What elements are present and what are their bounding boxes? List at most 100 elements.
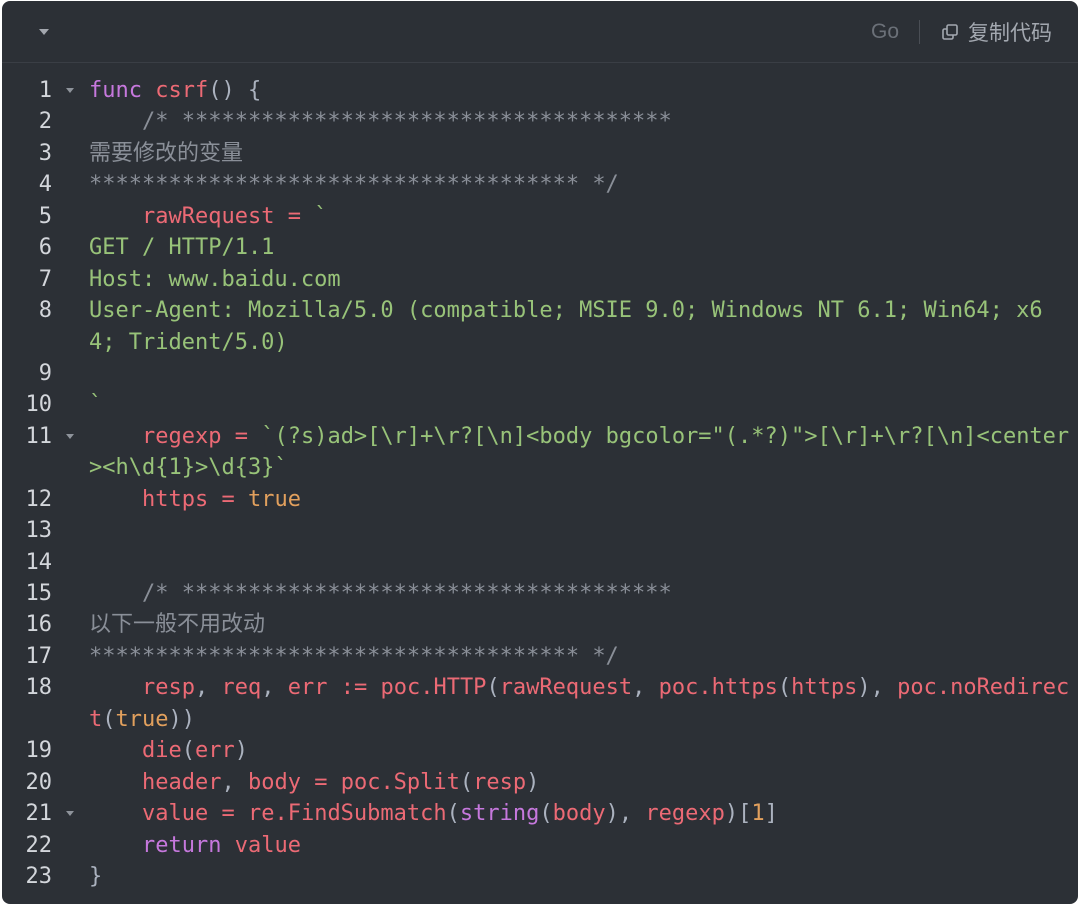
code-token-punctuation: )[ <box>724 801 752 827</box>
fold-gutter <box>52 421 87 452</box>
code-token-identifier: regexp <box>645 801 725 827</box>
fold-caret-icon[interactable] <box>65 88 74 94</box>
line-number: 4 <box>38 172 52 198</box>
code-token-identifier: body <box>552 801 606 827</box>
code-token-punctuation: ) <box>526 769 540 795</box>
fold-gutter <box>52 578 87 609</box>
fold-gutter <box>52 830 87 861</box>
fold-gutter <box>52 264 87 295</box>
code-line: 6 GET / HTTP/1.1 <box>2 232 1078 263</box>
code-token-identifier: err <box>194 738 235 764</box>
fold-gutter <box>52 641 87 672</box>
line-code: value = re.FindSubmatch(string(body), re… <box>87 798 778 829</box>
line-code: return value <box>87 830 301 861</box>
code-token-comment: /* ************************************* <box>89 581 672 606</box>
code-line: 15 /* **********************************… <box>2 578 1078 609</box>
line-number: 17 <box>25 643 53 669</box>
code-token-identifier: csrf <box>155 78 209 103</box>
code-line: 11 regexp = `(?s)ad>[\r]+\r?[\n]<body bg… <box>2 421 1078 452</box>
code-token-punctuation: ( <box>446 801 460 827</box>
line-code: 以下一般不用改动 <box>87 609 265 640</box>
copy-code-button[interactable]: 复制代码 <box>941 17 1052 47</box>
code-token-keyword: func <box>89 78 142 103</box>
fold-gutter <box>52 358 87 389</box>
line-code: /* ************************************* <box>87 578 672 609</box>
code-token-punctuation: )) <box>168 706 195 732</box>
toolbar-divider <box>919 19 920 44</box>
code-token-punctuation: ( <box>459 769 474 795</box>
fold-gutter <box>52 484 87 515</box>
line-code: regexp = `(?s)ad>[\r]+\r?[\n]<body bgcol… <box>87 421 1069 452</box>
code-token-punctuation: ), <box>605 801 646 827</box>
code-block: Go 复制代码 1 func csrf() {2 /* *************… <box>2 1 1078 904</box>
code-token-identifier: https <box>141 486 209 512</box>
line-number: 11 <box>25 423 53 449</box>
line-code: ************************************* */ <box>87 641 619 672</box>
code-line: 4 ************************************* *… <box>2 169 1078 200</box>
line-code: GET / HTTP/1.1 <box>87 232 274 263</box>
code-token-literal: true <box>115 706 169 732</box>
line-number: 15 <box>25 581 53 606</box>
line-code: rawRequest = ` <box>87 201 327 232</box>
line-number: 8 <box>38 298 52 324</box>
code-line-wrap: ><h\d{1}>\d{3}` <box>2 452 1078 483</box>
fold-gutter <box>52 106 87 137</box>
code-line: 14 <box>2 547 1078 578</box>
code-token-punctuation: ] <box>764 801 778 827</box>
line-number: 7 <box>38 266 52 292</box>
fold-caret-icon[interactable] <box>65 434 74 440</box>
code-line: 16 以下一般不用改动 <box>2 609 1078 640</box>
line-code: Host: www.baidu.com <box>87 264 341 295</box>
line-code: } <box>87 861 102 892</box>
line-number: 9 <box>38 360 52 386</box>
line-code: ><h\d{1}>\d{3}` <box>87 452 288 483</box>
fold-gutter <box>52 389 87 420</box>
line-code: die(err) <box>87 735 248 766</box>
code-token-identifier: poc.https <box>658 675 778 701</box>
collapse-button[interactable] <box>30 18 58 46</box>
code-toolbar: Go 复制代码 <box>2 1 1078 63</box>
code-line: 23} <box>2 861 1078 892</box>
fold-gutter <box>52 609 87 640</box>
fold-caret-icon[interactable] <box>65 811 74 817</box>
code-line: 12 https = true <box>2 484 1078 515</box>
code-token-punctuation: ( <box>181 738 195 764</box>
line-code: 需要修改的变量 <box>87 138 243 169</box>
code-token-identifier: err <box>287 675 328 701</box>
code-token-punctuation: ( <box>539 801 553 827</box>
line-number: 16 <box>25 612 53 638</box>
fold-gutter <box>52 295 87 326</box>
chevron-down-icon <box>39 28 49 35</box>
code-token-string: User-Agent: Mozilla/5.0 (compatible; MSI… <box>89 298 1043 324</box>
line-number: 1 <box>38 78 52 103</box>
toolbar-actions: Go 复制代码 <box>871 17 1052 47</box>
code-token-punctuation: , <box>632 675 659 701</box>
code-line: 22 return value <box>2 830 1078 861</box>
code-lines: 1 func csrf() {2 /* *********************… <box>2 63 1078 892</box>
code-token-literal: true <box>247 486 301 512</box>
code-line: 9 <box>2 358 1078 389</box>
code-token-string: ` <box>89 392 103 418</box>
fold-gutter <box>52 704 87 735</box>
fold-gutter <box>52 672 87 703</box>
code-token-string: Host: www.baidu.com <box>89 266 341 292</box>
code-token-operator: = <box>234 423 248 449</box>
fold-gutter <box>52 75 87 106</box>
code-line: 2 /* ***********************************… <box>2 106 1078 137</box>
fold-gutter <box>52 327 87 358</box>
code-line: 20 header, body = poc.Split(resp) <box>2 767 1078 798</box>
line-code: ************************************* */ <box>87 169 619 200</box>
code-token-identifier: body <box>247 769 301 795</box>
code-line: 1 func csrf() { <box>2 75 1078 106</box>
